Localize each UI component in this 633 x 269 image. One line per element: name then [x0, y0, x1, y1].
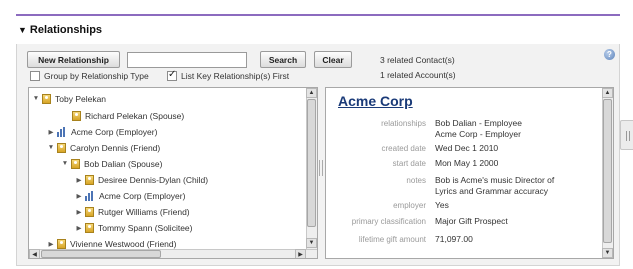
detail-field-value: 71,097.00 — [435, 234, 473, 244]
page-scrollbar-handle[interactable] — [620, 120, 633, 150]
tree-item[interactable]: ▶ Rutger Williams (Friend) — [75, 204, 190, 219]
group-by-type-option[interactable]: Group by Relationship Type — [30, 71, 149, 81]
tree-item-label: Bob Dalian (Spouse) — [84, 158, 163, 169]
expand-caret-right-icon[interactable]: ▶ — [47, 240, 55, 248]
related-contacts-count: 3 related Contact(s) — [380, 55, 455, 65]
detail-field-value: Wed Dec 1 2010 — [435, 143, 499, 153]
detail-field-label: employer — [393, 201, 426, 210]
organization-icon — [85, 190, 95, 201]
tree-item[interactable]: ▼ Carolyn Dennis (Friend) — [47, 140, 160, 155]
pane-splitter-handle[interactable] — [319, 160, 323, 176]
person-icon — [42, 93, 51, 104]
detail-field-value: Yes — [435, 200, 449, 210]
collapse-caret-icon[interactable]: ▼ — [18, 25, 27, 35]
list-key-first-checkbox[interactable] — [167, 69, 177, 81]
group-by-type-label: Group by Relationship Type — [44, 71, 149, 81]
tree-item[interactable]: ▶ Tommy Spann (Solicitee) — [75, 220, 192, 235]
new-relationship-button[interactable]: New Relationship — [27, 51, 120, 68]
tree-hscroll-thumb[interactable] — [41, 250, 161, 258]
detail-scroll-up-icon[interactable]: ▲ — [602, 88, 613, 98]
detail-field-value: Lyrics and Grammar accuracy — [435, 186, 549, 196]
detail-title-link[interactable]: Acme Corp — [338, 93, 413, 109]
tree-scroll-down-icon[interactable]: ▼ — [306, 238, 317, 248]
expand-caret-right-icon[interactable]: ▶ — [47, 128, 55, 136]
person-icon — [85, 206, 94, 217]
list-key-first-label: List Key Relationship(s) First — [181, 71, 290, 81]
detail-field-label: lifetime gift amount — [358, 235, 426, 244]
detail-field-value: Major Gift Prospect — [435, 216, 508, 226]
relationships-panel-header[interactable]: ▼ Relationships — [16, 16, 620, 44]
tree-scroll-up-icon[interactable]: ▲ — [306, 88, 317, 98]
detail-scroll-down-icon[interactable]: ▼ — [602, 248, 613, 258]
person-icon — [85, 222, 94, 233]
detail-field-label: start date — [392, 159, 426, 168]
group-by-type-checkbox[interactable] — [30, 71, 40, 81]
list-key-first-option[interactable]: List Key Relationship(s) First — [167, 69, 290, 81]
related-accounts-count: 1 related Account(s) — [380, 70, 456, 80]
tree-item-label: Vivienne Westwood (Friend) — [70, 238, 177, 249]
tree-item[interactable]: Richard Pelekan (Spouse) — [62, 108, 184, 123]
person-icon — [57, 238, 66, 249]
tree-scroll-left-icon[interactable]: ◀ — [29, 249, 40, 258]
tree-item[interactable]: ▶ Desiree Dennis-Dylan (Child) — [75, 172, 208, 187]
tree-item[interactable]: ▶ Acme Corp (Employer) — [47, 124, 157, 139]
tree-item-label: Acme Corp (Employer) — [99, 190, 186, 201]
tree-item-label: Acme Corp (Employer) — [71, 126, 158, 137]
person-icon — [71, 158, 80, 169]
relationship-detail-pane: Acme Corp relationships Bob Dalian - Empl… — [325, 87, 614, 259]
tree-item-label: Toby Pelekan — [55, 93, 107, 104]
detail-field-label: notes — [406, 176, 426, 185]
detail-field-label: relationships — [381, 119, 426, 128]
detail-field-value: Bob is Acme's music Director of — [435, 175, 555, 185]
expand-caret-down-icon[interactable]: ▼ — [32, 95, 40, 102]
tree-item-label: Rutger Williams (Friend) — [98, 206, 190, 217]
expand-caret-right-icon[interactable]: ▶ — [75, 192, 83, 200]
tree-item[interactable]: ▼ Toby Pelekan — [32, 91, 106, 106]
expand-caret-down-icon[interactable]: ▼ — [47, 144, 55, 151]
expand-caret-right-icon[interactable]: ▶ — [75, 208, 83, 216]
expand-caret-right-icon[interactable]: ▶ — [75, 176, 83, 184]
person-icon — [57, 142, 66, 153]
detail-field-label: primary classification — [351, 217, 426, 226]
panel-title: Relationships — [29, 24, 103, 36]
detail-field-value: Acme Corp - Employer — [435, 129, 521, 139]
expand-caret-right-icon[interactable]: ▶ — [75, 224, 83, 232]
tree-item-label: Richard Pelekan (Spouse) — [85, 110, 185, 121]
help-icon[interactable]: ? — [604, 49, 615, 60]
person-icon — [72, 110, 81, 121]
detail-field-value: Bob Dalian - Employee — [435, 118, 522, 128]
detail-scroll-thumb[interactable] — [603, 99, 612, 243]
tree-item[interactable]: ▼ Bob Dalian (Spouse) — [61, 156, 162, 171]
clear-button[interactable]: Clear — [314, 51, 352, 68]
search-input[interactable] — [127, 52, 247, 68]
tree-scroll-thumb[interactable] — [307, 99, 316, 227]
tree-item[interactable]: ▶ Acme Corp (Employer) — [75, 188, 185, 203]
relationship-tree[interactable]: ▼ Toby Pelekan Richard Pelekan (Spouse) ▶ Ac… — [28, 87, 318, 259]
expand-caret-down-icon[interactable]: ▼ — [61, 160, 69, 167]
detail-field-label: created date — [381, 144, 426, 153]
organization-icon — [57, 126, 67, 137]
tree-item-label: Tommy Spann (Solicitee) — [98, 222, 193, 233]
tree-item-label: Desiree Dennis-Dylan (Child) — [98, 174, 209, 185]
tree-item-label: Carolyn Dennis (Friend) — [70, 142, 161, 153]
detail-field-value: Mon May 1 2000 — [435, 158, 499, 168]
person-icon — [85, 174, 94, 185]
search-button[interactable]: Search — [260, 51, 306, 68]
tree-scroll-right-icon[interactable]: ▶ — [295, 249, 306, 258]
